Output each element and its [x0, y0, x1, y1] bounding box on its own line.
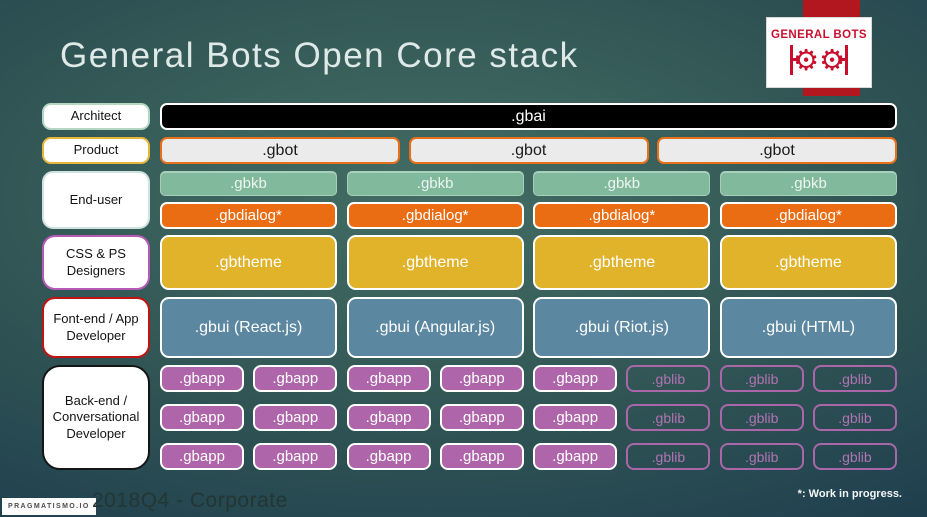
role-label-front-end-app-developer: Font-end / App Developer — [42, 297, 150, 358]
gbot-box: .gbot — [408, 137, 649, 164]
row-backend-1: .gbapp .gbapp .gbapp .gbapp .gbapp .gbli… — [160, 365, 897, 392]
gbapp-box: .gbapp — [439, 443, 524, 470]
slide: General Bots Open Core stack GENERAL BOT… — [0, 0, 927, 517]
role-label-back-end-conversational-developer: Back-end / Conversational Developer — [42, 365, 150, 470]
role-label-architect: Architect — [42, 103, 150, 130]
gbapp-box: .gbapp — [346, 404, 431, 431]
gbapp-box: .gbapp — [160, 404, 244, 431]
page-title: General Bots Open Core stack — [60, 36, 579, 75]
gblib-box: .gblib — [812, 365, 897, 392]
row-backend-3: .gbapp .gbapp .gbapp .gbapp .gbapp .gbli… — [160, 443, 897, 470]
gblib-box: .gblib — [719, 443, 804, 470]
gblib-box: .gblib — [719, 404, 804, 431]
gbapp-box: .gbapp — [533, 365, 618, 392]
slide-edition-text: 2018Q4 - Corporate — [92, 489, 288, 512]
gblib-box: .gblib — [719, 365, 804, 392]
gbkb-box: .gbkb — [533, 171, 711, 196]
row-gbai: .gbai — [160, 103, 897, 130]
gbapp-box: .gbapp — [439, 404, 524, 431]
row-gbot: .gbot .gbot .gbot — [160, 137, 897, 164]
role-label-css-ps-designers: CSS & PS Designers — [42, 235, 150, 290]
gbtheme-box: .gbtheme — [719, 235, 897, 290]
gblib-box: .gblib — [812, 443, 897, 470]
row-gbdialog: .gbdialog* .gbdialog* .gbdialog* .gbdial… — [160, 202, 897, 229]
gears-icon: ⚙ ⚙ — [790, 43, 848, 77]
gbapp-box: .gbapp — [160, 365, 244, 392]
pragmatismo-watermark: PRAGMATISMO.IO — [2, 498, 96, 515]
gbui-html-box: .gbui (HTML) — [719, 297, 897, 358]
gbui-riot-box: .gbui (Riot.js) — [533, 297, 711, 358]
gblib-box: .gblib — [626, 404, 711, 431]
gbdialog-box: .gbdialog* — [533, 202, 711, 229]
gbdialog-box: .gbdialog* — [346, 202, 524, 229]
gbapp-box: .gbapp — [346, 365, 431, 392]
work-in-progress-note: *: Work in progress. — [797, 488, 902, 500]
gear-frame-bar — [790, 44, 799, 75]
gblib-box: .gblib — [626, 443, 711, 470]
gbapp-box: .gbapp — [439, 365, 524, 392]
gbkb-box: .gbkb — [160, 171, 337, 196]
gblib-box: .gblib — [626, 365, 711, 392]
gbtheme-box: .gbtheme — [533, 235, 711, 290]
gbapp-box: .gbapp — [533, 404, 618, 431]
gear-frame-bar — [839, 44, 848, 75]
gbkb-box: .gbkb — [346, 171, 524, 196]
gbdialog-box: .gbdialog* — [719, 202, 897, 229]
row-backend-2: .gbapp .gbapp .gbapp .gbapp .gbapp .gbli… — [160, 404, 897, 431]
row-gbui: .gbui (React.js) .gbui (Angular.js) .gbu… — [160, 297, 897, 358]
gbot-box: .gbot — [160, 137, 400, 164]
role-label-product: Product — [42, 137, 150, 164]
role-label-end-user: End-user — [42, 171, 150, 229]
gbapp-box: .gbapp — [253, 443, 338, 470]
gbapp-box: .gbapp — [346, 443, 431, 470]
row-gbkb: .gbkb .gbkb .gbkb .gbkb — [160, 171, 897, 196]
gbapp-box: .gbapp — [253, 365, 338, 392]
gbtheme-box: .gbtheme — [160, 235, 337, 290]
row-gbtheme: .gbtheme .gbtheme .gbtheme .gbtheme — [160, 235, 897, 290]
gbui-angular-box: .gbui (Angular.js) — [346, 297, 524, 358]
gbot-box: .gbot — [657, 137, 897, 164]
gbdialog-box: .gbdialog* — [160, 202, 337, 229]
gbai-box: .gbai — [160, 103, 897, 130]
gbkb-box: .gbkb — [719, 171, 897, 196]
gbui-react-box: .gbui (React.js) — [160, 297, 337, 358]
gblib-box: .gblib — [812, 404, 897, 431]
general-bots-logo: GENERAL BOTS ⚙ ⚙ — [766, 17, 872, 88]
logo-brand-text: GENERAL BOTS — [771, 28, 867, 41]
gbtheme-box: .gbtheme — [346, 235, 524, 290]
gbapp-box: .gbapp — [160, 443, 244, 470]
gbapp-box: .gbapp — [253, 404, 338, 431]
gbapp-box: .gbapp — [533, 443, 618, 470]
